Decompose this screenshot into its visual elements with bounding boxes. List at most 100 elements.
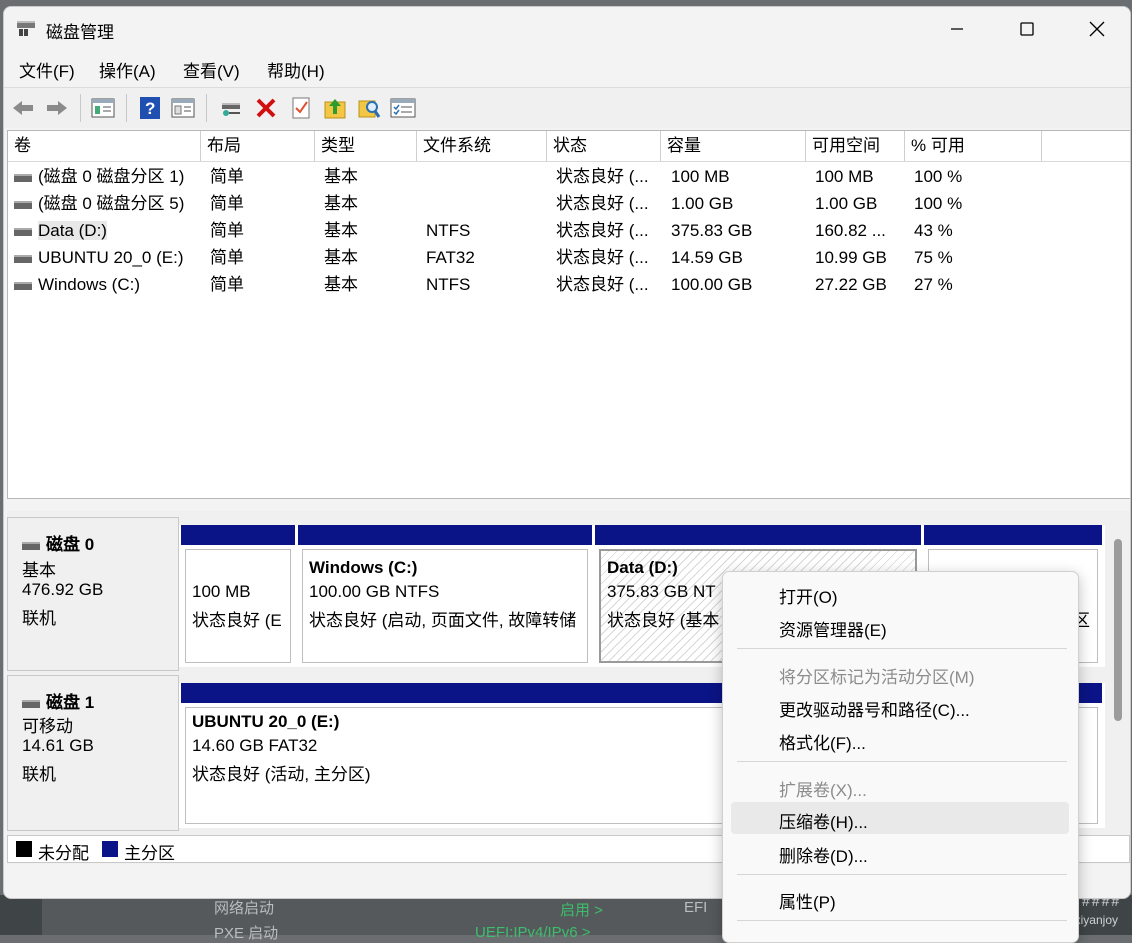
cell-layout: 简单: [210, 221, 244, 240]
cell-volume: Windows (C:): [14, 271, 200, 298]
minimize-icon: [951, 28, 963, 30]
cell-percent: 43 %: [914, 221, 953, 240]
disk-1-title: 磁盘 1: [22, 688, 94, 713]
legend-primary-swatch: [102, 841, 118, 857]
window-title: 磁盘管理: [46, 23, 114, 42]
cell-capacity: 100 MB: [671, 167, 730, 186]
properties-view-icon[interactable]: [170, 95, 196, 121]
scrollbar-thumb[interactable]: [1114, 539, 1122, 721]
disk-0-kind: 基本: [22, 561, 56, 580]
partition-bar: [181, 525, 295, 545]
partition-bar: [595, 525, 921, 545]
partition-body: 100 MB 状态良好 (E: [185, 549, 291, 663]
up-folder-icon[interactable]: [322, 95, 348, 121]
delete-icon[interactable]: [253, 95, 279, 121]
table-header: 卷 布局 类型 文件系统 状态 容量 可用空间 % 可用: [8, 131, 1130, 162]
menu-separator: [737, 648, 1067, 649]
menu-extend-volume: 扩展卷(X)...: [779, 781, 867, 800]
help-icon[interactable]: ?: [137, 95, 163, 121]
cell-status: 状态良好 (...: [556, 248, 649, 267]
partition-status: 状态良好 (启动, 页面文件, 故障转储: [309, 611, 577, 630]
title-bar[interactable]: 磁盘管理: [4, 7, 1130, 51]
column-percent-free[interactable]: % 可用: [905, 131, 1042, 161]
table-row[interactable]: (磁盘 0 磁盘分区 5) 简单 基本 状态良好 (... 1.00 GB 1.…: [8, 190, 1130, 217]
legend-unallocated-label: 未分配: [38, 844, 89, 863]
partition-efi[interactable]: 100 MB 状态良好 (E: [181, 525, 295, 667]
disk-management-app-icon: [17, 21, 35, 36]
column-layout[interactable]: 布局: [201, 131, 315, 161]
column-filesystem[interactable]: 文件系统: [417, 131, 547, 161]
cell-status: 状态良好 (...: [556, 194, 649, 213]
menu-change-drive-letter[interactable]: 更改驱动器号和路径(C)...: [779, 696, 970, 721]
menu-help[interactable]: 帮助(H): [267, 57, 325, 82]
cell-status: 状态良好 (...: [556, 167, 649, 186]
bg-text-uefi: UEFI:IPv4/IPv6 >: [475, 924, 591, 941]
close-button[interactable]: [1062, 7, 1130, 51]
column-status[interactable]: 状态: [547, 131, 661, 161]
vertical-scrollbar[interactable]: [1111, 527, 1125, 721]
partition-windows-c[interactable]: Windows (C:) 100.00 GB NTFS 状态良好 (启动, 页面…: [298, 525, 592, 667]
cell-percent: 27 %: [914, 275, 953, 294]
cell-free: 100 MB: [815, 167, 874, 186]
legend-primary-label: 主分区: [124, 844, 175, 863]
cell-type: 基本: [324, 275, 358, 294]
connect-icon[interactable]: [218, 95, 244, 121]
disk-1-label[interactable]: 磁盘 1 可移动 14.61 GB 联机: [7, 675, 179, 831]
cell-filesystem: NTFS: [426, 275, 471, 294]
menu-open[interactable]: 打开(O): [779, 583, 838, 608]
cell-layout: 简单: [210, 275, 244, 294]
partition-size: 100.00 GB NTFS: [309, 582, 440, 601]
menu-properties[interactable]: 属性(P): [779, 888, 836, 913]
cell-capacity: 375.83 GB: [671, 221, 753, 240]
legend-unallocated-swatch: [16, 841, 32, 857]
context-menu: 打开(O) 资源管理器(E) 将分区标记为活动分区(M) 更改驱动器号和路径(C…: [722, 571, 1079, 943]
column-free-space[interactable]: 可用空间: [806, 131, 905, 161]
menu-separator: [737, 874, 1067, 875]
menu-shrink-volume[interactable]: 压缩卷(H)...: [779, 808, 868, 833]
table-row[interactable]: Windows (C:) 简单 基本 NTFS 状态良好 (... 100.00…: [8, 271, 1130, 298]
cell-volume: Data (D:): [14, 217, 200, 244]
cell-capacity: 14.59 GB: [671, 248, 743, 267]
partition-size: 375.83 GB NT: [607, 582, 716, 601]
cell-filesystem: NTFS: [426, 221, 471, 240]
cell-layout: 简单: [210, 194, 244, 213]
column-volume[interactable]: 卷: [8, 131, 201, 161]
cell-layout: 简单: [210, 167, 244, 186]
disk-0-label[interactable]: 磁盘 0 基本 476.92 GB 联机: [7, 517, 179, 671]
search-icon[interactable]: [356, 95, 382, 121]
background-panel: [42, 895, 732, 935]
table-row[interactable]: UBUNTU 20_0 (E:) 简单 基本 FAT32 状态良好 (... 1…: [8, 244, 1130, 271]
cell-volume: (磁盘 0 磁盘分区 5): [14, 190, 200, 217]
partition-name: Data (D:): [607, 558, 678, 577]
partition-size: 100 MB: [192, 582, 251, 601]
table-row[interactable]: Data (D:) 简单 基本 NTFS 状态良好 (... 375.83 GB…: [8, 217, 1130, 244]
cell-capacity: 1.00 GB: [671, 194, 734, 213]
back-icon[interactable]: [10, 95, 36, 121]
menu-explorer[interactable]: 资源管理器(E): [779, 616, 887, 641]
partition-status: 状态良好 (E: [192, 611, 282, 630]
minimize-button[interactable]: [922, 7, 992, 51]
svg-text:?: ?: [145, 99, 155, 118]
toolbar-separator: [206, 94, 207, 122]
menu-format[interactable]: 格式化(F)...: [779, 729, 866, 754]
bg-text-netboot: 网络启动: [214, 900, 275, 917]
cell-type: 基本: [324, 167, 358, 186]
menu-action[interactable]: 操作(A): [99, 57, 156, 82]
forward-icon[interactable]: [44, 95, 70, 121]
toolbar-separator: [80, 94, 81, 122]
list-view-icon[interactable]: [90, 95, 116, 121]
partition-status: 状态良好 (基本: [607, 611, 720, 630]
menu-file[interactable]: 文件(F): [19, 57, 75, 82]
toolbar-separator: [126, 94, 127, 122]
column-type[interactable]: 类型: [315, 131, 417, 161]
column-capacity[interactable]: 容量: [661, 131, 806, 161]
volume-list: 卷 布局 类型 文件系统 状态 容量 可用空间 % 可用 (磁盘 0 磁盘分区 …: [7, 130, 1130, 499]
maximize-button[interactable]: [992, 7, 1062, 51]
check-icon[interactable]: [288, 95, 314, 121]
menu-view[interactable]: 查看(V): [183, 57, 240, 82]
disk-icon: [22, 699, 40, 708]
volume-icon: [14, 254, 32, 263]
details-icon[interactable]: [390, 95, 416, 121]
menu-delete-volume[interactable]: 删除卷(D)...: [779, 842, 868, 867]
table-row[interactable]: (磁盘 0 磁盘分区 1) 简单 基本 状态良好 (... 100 MB 100…: [8, 163, 1130, 190]
